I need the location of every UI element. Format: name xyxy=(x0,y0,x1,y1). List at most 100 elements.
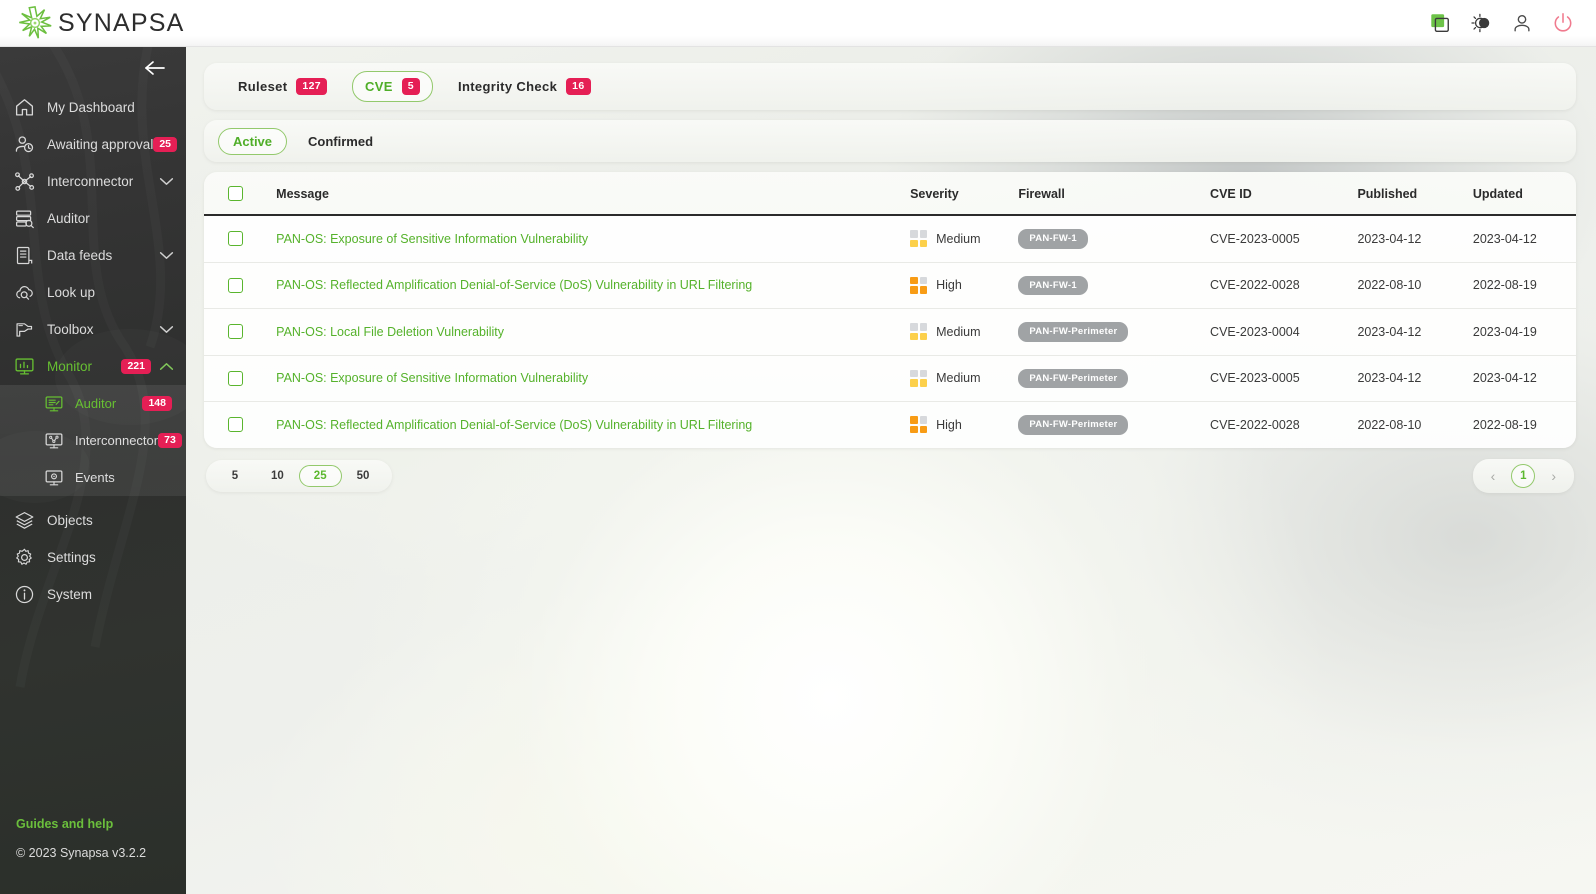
sidebar-item-toolbox[interactable]: Toolbox xyxy=(0,311,186,348)
tab-ruleset[interactable]: Ruleset 127 xyxy=(225,71,340,101)
row-checkbox[interactable] xyxy=(228,370,243,386)
message-link[interactable]: PAN-OS: Exposure of Sensitive Informatio… xyxy=(276,232,588,246)
guides-and-help-link[interactable]: Guides and help xyxy=(16,817,186,831)
page-size-5[interactable]: 5 xyxy=(214,465,256,487)
tab-label: CVE xyxy=(365,79,393,94)
table-row[interactable]: PAN-OS: Reflected Amplification Denial-o… xyxy=(204,262,1576,309)
firewall-badge: PAN-FW-1 xyxy=(1018,275,1088,295)
cell-updated: 2023-04-12 xyxy=(1472,355,1576,402)
chevron-up-icon[interactable] xyxy=(159,362,174,371)
cell-message: PAN-OS: Exposure of Sensitive Informatio… xyxy=(276,355,911,402)
message-link[interactable]: PAN-OS: Reflected Amplification Denial-o… xyxy=(276,418,752,432)
cell-cve-id: CVE-2023-0004 xyxy=(1210,308,1358,356)
severity-label: Medium xyxy=(936,231,981,246)
page-number-1[interactable]: 1 xyxy=(1511,463,1536,488)
sidebar-item-monitor[interactable]: Monitor 221 xyxy=(0,348,186,385)
message-link[interactable]: PAN-OS: Reflected Amplification Denial-o… xyxy=(276,278,752,292)
table-row[interactable]: PAN-OS: Local File Deletion Vulnerabilit… xyxy=(204,308,1576,356)
cell-cve-id: CVE-2022-0028 xyxy=(1210,262,1358,309)
sidebar-subitem-auditor[interactable]: Auditor 148 xyxy=(0,385,186,422)
row-checkbox[interactable] xyxy=(228,417,243,433)
app-logo[interactable]: SYNAPSA xyxy=(16,4,185,42)
th-severity[interactable]: Severity xyxy=(910,172,1019,216)
th-updated[interactable]: Updated xyxy=(1472,172,1576,216)
cell-cve-id: CVE-2023-0005 xyxy=(1210,215,1358,263)
tab-cve[interactable]: CVE 5 xyxy=(352,71,433,102)
monitor-auditor-icon xyxy=(45,395,63,411)
page-size-25[interactable]: 25 xyxy=(298,464,342,487)
cell-published: 2023-04-12 xyxy=(1357,355,1473,402)
user-account-icon[interactable] xyxy=(1511,12,1533,34)
table-row[interactable]: PAN-OS: Exposure of Sensitive Informatio… xyxy=(204,215,1576,263)
cve-table-card: Message Severity Firewall CVE ID Publish… xyxy=(204,172,1576,448)
sidebar-subitem-badge: 73 xyxy=(158,432,182,449)
sidebar-item-look-up[interactable]: Look up xyxy=(0,274,186,311)
page-size-10[interactable]: 10 xyxy=(256,465,299,487)
cell-message: PAN-OS: Reflected Amplification Denial-o… xyxy=(276,401,911,448)
sidebar-item-interconnector[interactable]: Interconnector xyxy=(0,163,186,200)
sidebar-subitem-interconnector[interactable]: Interconnector 73 xyxy=(0,422,186,459)
sidebar-item-objects[interactable]: Objects xyxy=(0,502,186,539)
tab-label: Ruleset xyxy=(238,79,288,94)
brand-name: SYNAPSA xyxy=(58,8,185,37)
sidebar-item-system[interactable]: System xyxy=(0,576,186,613)
chevron-down-icon[interactable] xyxy=(159,325,174,334)
row-checkbox[interactable] xyxy=(228,277,243,293)
filter-active[interactable]: Active xyxy=(218,127,288,155)
page-size-selector: 5 10 25 50 xyxy=(206,459,393,492)
message-link[interactable]: PAN-OS: Exposure of Sensitive Informatio… xyxy=(276,371,588,385)
sidebar-subitem-badge: 148 xyxy=(142,395,172,412)
cell-firewall: PAN-FW-Perimeter xyxy=(1018,401,1211,448)
sidebar-item-label: Interconnector xyxy=(47,174,134,189)
page-size-50[interactable]: 50 xyxy=(342,465,385,487)
th-message[interactable]: Message xyxy=(276,172,911,216)
table-header-row: Message Severity Firewall CVE ID Publish… xyxy=(204,172,1576,216)
select-all-checkbox[interactable] xyxy=(228,186,243,201)
duplicate-window-icon[interactable] xyxy=(1429,12,1451,34)
cell-message: PAN-OS: Local File Deletion Vulnerabilit… xyxy=(276,308,911,356)
chevron-down-icon[interactable] xyxy=(159,177,174,186)
power-logout-icon[interactable] xyxy=(1552,12,1574,34)
row-checkbox[interactable] xyxy=(228,231,243,247)
section-tabs: Ruleset 127 CVE 5 Integrity Check 16 xyxy=(204,63,1576,110)
message-link[interactable]: PAN-OS: Local File Deletion Vulnerabilit… xyxy=(276,325,504,339)
severity-icon xyxy=(910,230,928,248)
sidebar-item-label: Toolbox xyxy=(47,322,94,337)
firewall-badge: PAN-FW-Perimeter xyxy=(1018,415,1129,435)
table-row[interactable]: PAN-OS: Reflected Amplification Denial-o… xyxy=(204,401,1576,448)
tab-badge: 127 xyxy=(296,78,327,95)
table-body: PAN-OS: Exposure of Sensitive Informatio… xyxy=(204,215,1576,448)
top-bar: SYNAPSA xyxy=(0,0,1596,47)
sidebar-item-settings[interactable]: Settings xyxy=(0,539,186,576)
theme-toggle-icon[interactable] xyxy=(1470,12,1492,34)
chevron-down-icon[interactable] xyxy=(159,251,174,260)
cell-severity: High xyxy=(910,262,1019,309)
th-cve-id[interactable]: CVE ID xyxy=(1210,172,1358,216)
sidebar-item-awaiting-approval[interactable]: Awaiting approval 25 xyxy=(0,126,186,163)
row-checkbox[interactable] xyxy=(228,324,243,340)
cell-updated: 2022-08-19 xyxy=(1472,401,1576,448)
next-page-icon[interactable]: › xyxy=(1547,468,1560,484)
th-published[interactable]: Published xyxy=(1357,172,1473,216)
sidebar-item-label: Objects xyxy=(47,513,93,528)
layers-icon xyxy=(15,512,34,529)
cell-severity: Medium xyxy=(910,308,1019,356)
cell-severity: High xyxy=(910,401,1019,448)
table-row[interactable]: PAN-OS: Exposure of Sensitive Informatio… xyxy=(204,355,1576,402)
filter-confirmed[interactable]: Confirmed xyxy=(293,128,388,155)
sidebar-badge: 25 xyxy=(153,136,178,153)
sidebar-item-my-dashboard[interactable]: My Dashboard xyxy=(0,89,186,126)
cell-firewall: PAN-FW-1 xyxy=(1018,262,1211,309)
sidebar-subitem-events[interactable]: Events xyxy=(0,459,186,496)
previous-page-icon[interactable]: ‹ xyxy=(1487,468,1500,484)
cell-updated: 2022-08-19 xyxy=(1472,262,1576,309)
sidebar-item-auditor[interactable]: Auditor xyxy=(0,200,186,237)
severity-label: Medium xyxy=(936,371,981,386)
sidebar-item-data-feeds[interactable]: Data feeds xyxy=(0,237,186,274)
top-bar-actions xyxy=(1429,12,1574,34)
arrow-left-icon[interactable] xyxy=(144,60,166,76)
user-clock-icon xyxy=(15,136,34,153)
tab-integrity-check[interactable]: Integrity Check 16 xyxy=(445,71,604,101)
sidebar-badge: 221 xyxy=(121,358,151,375)
th-firewall[interactable]: Firewall xyxy=(1018,172,1211,216)
